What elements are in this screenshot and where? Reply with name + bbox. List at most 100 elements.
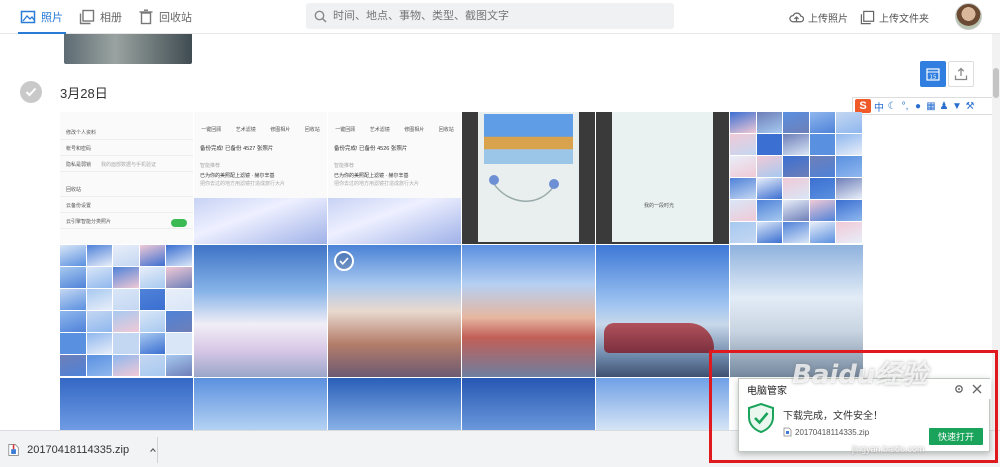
collage-tile: [836, 178, 862, 199]
select-date-group-checkbox[interactable]: [20, 81, 42, 103]
gear-icon[interactable]: [953, 383, 965, 395]
recommend-feature: 已为你的美照配上滤镜 · 赫尔辛基: [200, 173, 275, 179]
collage-tile: [783, 134, 809, 155]
upload-photo-button[interactable]: 上传照片: [789, 0, 848, 34]
collage-tile: [836, 200, 862, 221]
collage-tile: [809, 112, 836, 133]
keyboard-icon[interactable]: ▦: [926, 100, 936, 112]
photo-settings-screenshot[interactable]: 修改个人资料 帐号和密码 隐私是弱锁 我的面部数据与手机验证 回收站 云备份设置 …: [60, 112, 193, 244]
search-box[interactable]: [306, 3, 674, 29]
upload-photo-label: 上传照片: [808, 13, 848, 25]
punctuation-icon[interactable]: °,: [900, 100, 910, 112]
moon-icon[interactable]: ☾: [887, 100, 897, 112]
upload-folder-button[interactable]: 上传文件夹: [860, 0, 929, 34]
collage-tile: [730, 178, 756, 199]
tab-photos[interactable]: 照片: [18, 0, 66, 34]
anime-sky-banner: [194, 198, 327, 244]
download-item[interactable]: 20170418114335.zip: [8, 437, 158, 463]
recommend-section: 智能推荐: [200, 163, 221, 169]
photo-anime-car[interactable]: [596, 245, 729, 377]
close-icon[interactable]: [971, 383, 983, 395]
settings-row: 回收站: [66, 187, 82, 193]
collage-tile: [60, 311, 86, 332]
recommend-feature: 已为你的美照配上滤镜 · 赫尔辛基: [334, 173, 409, 179]
notification-file: 20170418114335.zip: [783, 427, 869, 437]
collage-tile: [139, 355, 166, 376]
photo-anime-collage-1[interactable]: [730, 112, 863, 244]
tab-photos-label: 照片: [41, 12, 63, 24]
scrollbar-thumb[interactable]: [993, 68, 999, 98]
collage-tile: [836, 134, 862, 155]
photo-anime-street[interactable]: [462, 245, 595, 377]
collage-tile: [113, 333, 139, 354]
quick-open-button[interactable]: 快速打开: [929, 428, 983, 445]
back-to-top-button[interactable]: [948, 61, 974, 87]
photo-select-checkbox[interactable]: [334, 251, 354, 271]
anime-sky-banner: [328, 198, 461, 244]
calendar-icon: 15: [926, 68, 940, 81]
recommend-sub: 把你去过的地方用滤镜打造成旅行大片: [334, 181, 420, 187]
settings-row: 云引擎智能分类照片: [66, 219, 112, 225]
user-icon[interactable]: ♟: [939, 100, 949, 112]
collage-tile: [809, 222, 836, 243]
search-input[interactable]: [333, 10, 663, 22]
collage-tile: [783, 222, 809, 243]
collage-tile: [166, 311, 192, 332]
timeline-caption: 我的一段时光: [644, 203, 675, 209]
trash-icon: [139, 9, 153, 25]
user-avatar[interactable]: [955, 3, 982, 30]
photo-anime-clouds-4[interactable]: [596, 378, 729, 430]
collage-tile: [809, 200, 836, 221]
photo-anime-clouds-2[interactable]: [328, 378, 461, 430]
collage-tile: [113, 289, 139, 310]
toggle-switch: [171, 219, 187, 227]
chevron-up-icon[interactable]: [149, 445, 157, 455]
phone-tab: 修图相片: [404, 127, 425, 133]
watermark-url: jingyan.baidu.com: [852, 444, 925, 454]
collage-tile: [113, 245, 139, 266]
photo-timeline-screenshot[interactable]: 我的一段时光: [596, 112, 729, 244]
vertical-scrollbar[interactable]: [992, 34, 1000, 430]
photo-anime-cherry-blossom[interactable]: [194, 245, 327, 377]
recommend-sub: 把你去过的地方用滤镜打造成旅行大片: [200, 181, 286, 187]
settings-hint: 我的面部数据与手机验证: [101, 162, 157, 168]
calendar-button[interactable]: 15: [920, 61, 946, 87]
ime-lang[interactable]: 中: [874, 100, 884, 114]
tab-albums[interactable]: 相册: [79, 0, 122, 34]
wrench-icon[interactable]: ⚒: [965, 100, 975, 112]
collage-tile: [756, 178, 783, 199]
recommend-section: 智能推荐: [334, 163, 355, 169]
collage-tile: [139, 267, 166, 288]
microphone-icon[interactable]: ●: [913, 100, 923, 112]
backup-status: 备份完成! 已备份 4526 张照片: [334, 146, 408, 152]
collage-tile: [60, 333, 86, 354]
photo-anime-building[interactable]: [328, 245, 461, 377]
collage-tile: [730, 222, 756, 243]
photo-app-screenshot-1[interactable]: 一键回顾 艺术滤镜 修图相片 回收站 备份完成! 已备份 4527 张照片 智能…: [194, 112, 327, 244]
photo-anime-clouds-3[interactable]: [462, 378, 595, 430]
photo-app-screenshot-2[interactable]: 一键回顾 艺术滤镜 修图相片 回收站 备份完成! 已备份 4526 张照片 智能…: [328, 112, 461, 244]
settings-row: 帐号和密码: [66, 146, 92, 152]
settings-row: 云备份设置: [66, 203, 92, 209]
photo-anime-collage-2[interactable]: [60, 245, 193, 377]
collage-tile: [139, 245, 166, 266]
photo-map-screenshot[interactable]: [462, 112, 595, 244]
collage-tile: [60, 355, 86, 376]
map-route: [489, 175, 559, 202]
check-icon: [25, 87, 37, 97]
search-icon: [314, 10, 327, 23]
tab-trash-label: 回收站: [159, 12, 192, 24]
previous-photo-thumbnail[interactable]: [64, 34, 192, 64]
upload-folder-label: 上传文件夹: [879, 13, 929, 25]
tab-trash[interactable]: 回收站: [138, 0, 192, 34]
collage-tile: [783, 178, 809, 199]
date-label: 3月28日: [60, 85, 108, 101]
collage-tile: [60, 245, 86, 266]
shirt-icon[interactable]: ▼: [952, 100, 962, 112]
check-icon: [339, 257, 349, 265]
photo-anime-clouds-1[interactable]: [194, 378, 327, 430]
collage-tile: [60, 289, 86, 310]
ime-toolbar[interactable]: S 中 ☾ °, ● ▦ ♟ ▼ ⚒: [852, 97, 992, 115]
photo-anime-night-sky[interactable]: [60, 378, 193, 430]
cloud-upload-icon: [789, 12, 804, 22]
